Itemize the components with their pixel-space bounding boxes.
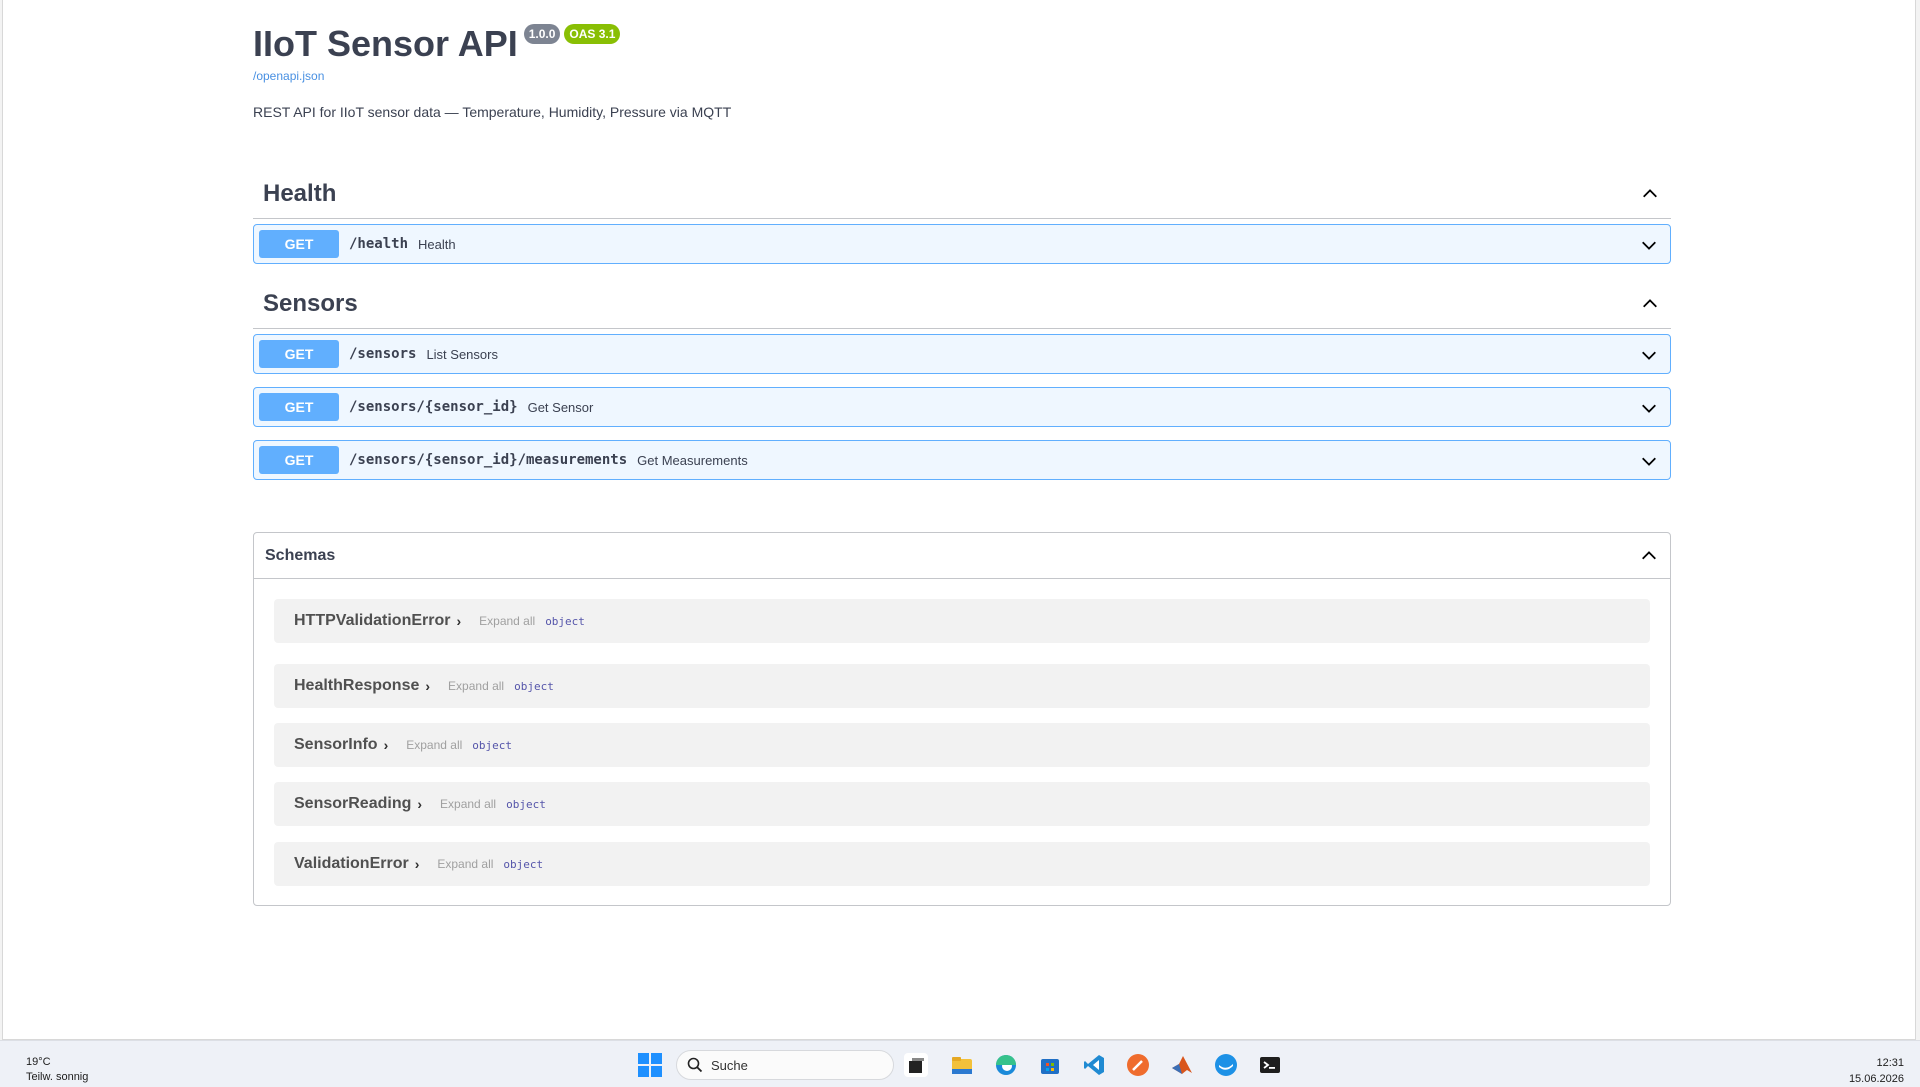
schemas-section: Schemas HTTPValidationError › Expand all… xyxy=(253,532,1671,906)
chevron-down-icon[interactable] xyxy=(1638,344,1660,366)
operation-get-health[interactable]: GET /health Health xyxy=(253,224,1671,264)
method-badge: GET xyxy=(259,446,339,474)
windows-start-icon[interactable] xyxy=(638,1053,662,1077)
taskbar-search[interactable]: Suche xyxy=(676,1050,894,1080)
schema-name[interactable]: SensorInfo xyxy=(294,736,378,754)
method-badge: GET xyxy=(259,393,339,421)
weather-temp: 19°C xyxy=(26,1056,51,1068)
swagger-page: IIoT Sensor API 1.0.0 OAS 3.1 /openapi.j… xyxy=(2,0,1916,1040)
tag-section-sensors: Sensors GET /sensors List Sensors GET /s… xyxy=(253,279,1671,495)
schemas-header[interactable]: Schemas xyxy=(254,533,1670,579)
chevron-down-icon[interactable] xyxy=(1638,234,1660,256)
operation-summary: List Sensors xyxy=(426,346,498,362)
schema-type: object xyxy=(506,797,546,811)
chevron-up-icon[interactable] xyxy=(1639,183,1661,205)
schema-model-validationerror[interactable]: ValidationError › Expand all object xyxy=(274,842,1650,886)
schema-type: object xyxy=(514,679,554,693)
schema-model-httpvalidationerror[interactable]: HTTPValidationError › Expand all object xyxy=(274,599,1650,643)
operation-summary: Get Measurements xyxy=(637,452,748,468)
chevron-down-icon[interactable] xyxy=(1638,450,1660,472)
terminal-icon[interactable] xyxy=(1258,1053,1282,1077)
expand-all-link[interactable]: Expand all xyxy=(406,738,462,752)
expand-all-link[interactable]: Expand all xyxy=(479,614,535,628)
operation-summary: Get Sensor xyxy=(527,399,594,415)
chevron-right-icon[interactable]: › xyxy=(456,613,461,629)
operation-path: /sensors/{sensor_id} xyxy=(349,399,518,415)
tag-header-health[interactable]: Health xyxy=(253,169,1671,219)
edge-browser-icon[interactable] xyxy=(994,1053,1018,1077)
taskbar: 19°C Teilw. sonnig Suche 12:31 15.06.202… xyxy=(0,1040,1920,1087)
vscode-icon[interactable] xyxy=(1082,1053,1106,1077)
matlab-icon[interactable] xyxy=(1170,1053,1194,1077)
store-icon[interactable] xyxy=(1038,1053,1062,1077)
chevron-up-icon[interactable] xyxy=(1639,293,1661,315)
schema-model-sensorreading[interactable]: SensorReading › Expand all object xyxy=(274,782,1650,826)
chevron-right-icon[interactable]: › xyxy=(425,678,430,694)
page-title: IIoT Sensor API xyxy=(253,23,518,64)
method-badge: GET xyxy=(259,230,339,258)
api-description: REST API for IIoT sensor data — Temperat… xyxy=(253,104,732,120)
schema-name[interactable]: HTTPValidationError xyxy=(294,612,450,630)
expand-all-link[interactable]: Expand all xyxy=(440,797,496,811)
tag-title: Sensors xyxy=(263,289,358,317)
version-badge: 1.0.0 xyxy=(523,24,561,44)
chevron-down-icon[interactable] xyxy=(1638,397,1660,419)
schema-model-healthresponse[interactable]: HealthResponse › Expand all object xyxy=(274,664,1650,708)
operation-get-measurements[interactable]: GET /sensors/{sensor_id}/measurements Ge… xyxy=(253,440,1671,480)
chevron-right-icon[interactable]: › xyxy=(415,856,420,872)
tag-title: Health xyxy=(263,179,337,207)
clock-date: 15.06.2026 xyxy=(1848,1073,1904,1085)
chevron-up-icon[interactable] xyxy=(1638,545,1660,567)
schema-type: object xyxy=(503,857,544,871)
weather-widget[interactable]: 19°C Teilw. sonnig xyxy=(26,1055,88,1085)
operation-get-sensor[interactable]: GET /sensors/{sensor_id} Get Sensor xyxy=(253,387,1671,427)
operation-path: /health xyxy=(349,236,409,252)
system-clock[interactable]: 12:31 15.06.2026 xyxy=(1849,1055,1904,1087)
chevron-right-icon[interactable]: › xyxy=(417,796,422,812)
schemas-title: Schemas xyxy=(265,546,336,564)
chevron-right-icon[interactable]: › xyxy=(384,737,389,753)
operation-path: /sensors xyxy=(349,346,417,362)
search-placeholder: Suche xyxy=(711,1057,748,1073)
method-badge: GET xyxy=(259,340,339,368)
openapi-json-link[interactable]: /openapi.json xyxy=(253,69,324,83)
search-icon xyxy=(687,1057,703,1073)
docker-icon[interactable] xyxy=(1214,1053,1238,1077)
expand-all-link[interactable]: Expand all xyxy=(437,857,493,871)
file-explorer-icon[interactable] xyxy=(950,1053,974,1077)
expand-all-link[interactable]: Expand all xyxy=(448,679,504,693)
tag-section-health: Health GET /health Health xyxy=(253,169,1671,279)
info-title-row: IIoT Sensor API 1.0.0 OAS 3.1 xyxy=(253,22,621,66)
schema-name[interactable]: SensorReading xyxy=(294,795,411,813)
operation-get-sensors[interactable]: GET /sensors List Sensors xyxy=(253,334,1671,374)
clock-time: 12:31 xyxy=(1876,1057,1904,1069)
task-view-icon[interactable] xyxy=(904,1053,928,1077)
schema-name[interactable]: HealthResponse xyxy=(294,677,419,695)
postman-icon[interactable] xyxy=(1126,1053,1150,1077)
schema-model-sensorinfo[interactable]: SensorInfo › Expand all object xyxy=(274,723,1650,767)
tag-header-sensors[interactable]: Sensors xyxy=(253,279,1671,329)
weather-desc: Teilw. sonnig xyxy=(26,1071,89,1083)
oas-badge: OAS 3.1 xyxy=(564,24,621,44)
operation-summary: Health xyxy=(418,236,456,252)
schema-type: object xyxy=(545,614,585,628)
schema-name[interactable]: ValidationError xyxy=(294,855,409,873)
operation-path: /sensors/{sensor_id}/measurements xyxy=(349,452,628,468)
schema-type: object xyxy=(472,738,513,752)
